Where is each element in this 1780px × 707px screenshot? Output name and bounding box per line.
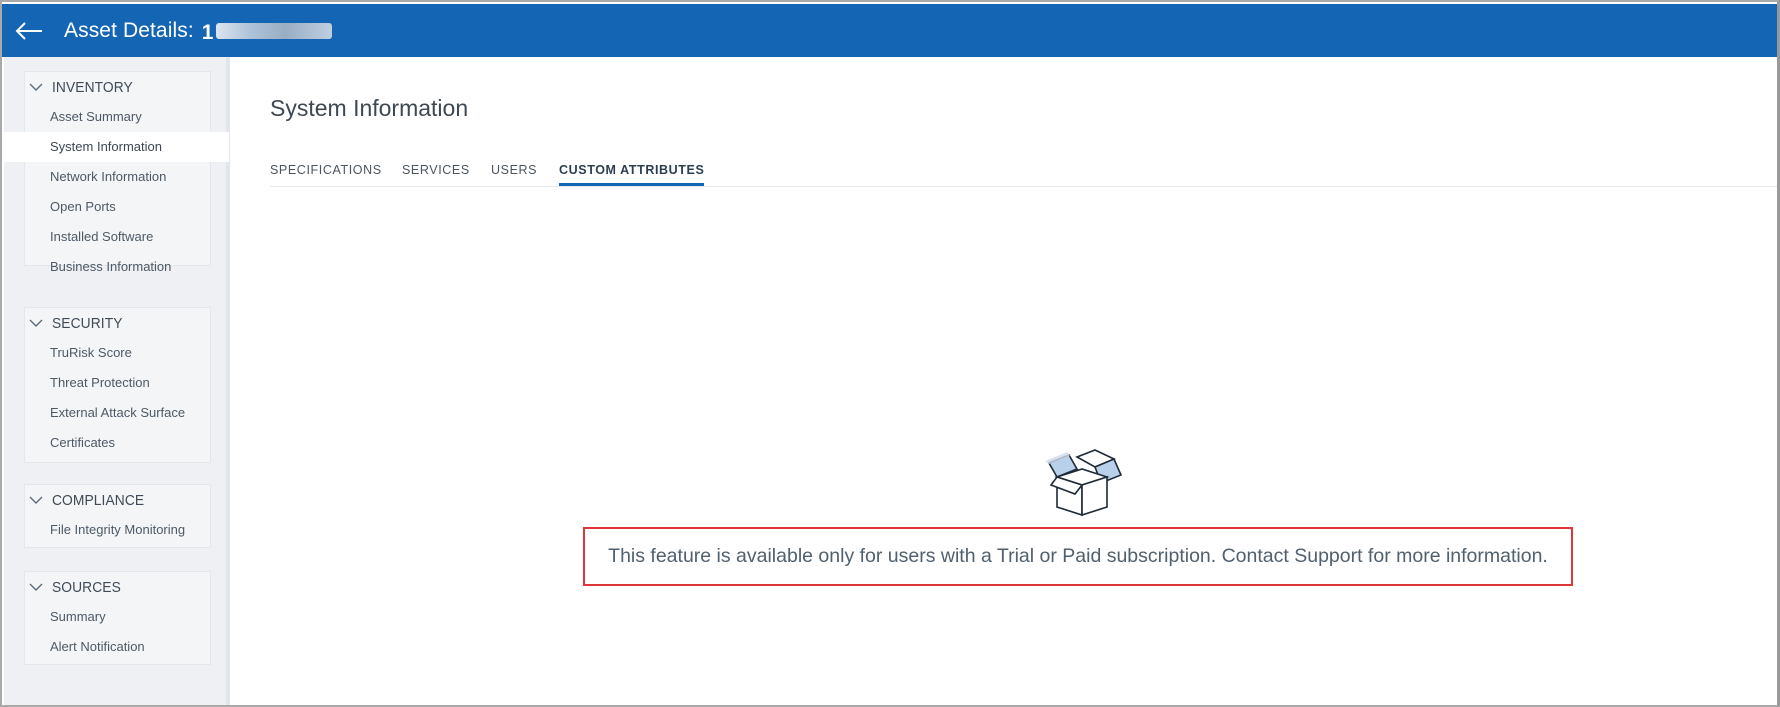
- subscription-notice-text: This feature is available only for users…: [608, 545, 1548, 567]
- sidebar-item-threat-protection[interactable]: Threat Protection: [25, 368, 210, 398]
- sidebar-item-external-attack-surface[interactable]: External Attack Surface: [25, 398, 210, 428]
- chevron-down-icon: [29, 496, 43, 504]
- group-title: INVENTORY: [52, 78, 133, 96]
- chevron-down-icon: [29, 583, 43, 591]
- sidebar-item-open-ports[interactable]: Open Ports: [25, 192, 210, 222]
- sidebar-group-sources: SOURCES Summary Alert Notification: [24, 571, 211, 665]
- group-header-compliance[interactable]: COMPLIANCE: [25, 485, 210, 515]
- group-title: SOURCES: [52, 578, 121, 596]
- sidebar-item-trurisk-score[interactable]: TruRisk Score: [25, 338, 210, 368]
- sidebar-group-security: SECURITY TruRisk Score Threat Protection…: [24, 307, 211, 463]
- group-header-security[interactable]: SECURITY: [25, 308, 210, 338]
- header-bar: Asset Details: 1: [2, 4, 1777, 57]
- tab-specifications[interactable]: SPECIFICATIONS: [270, 163, 382, 183]
- asset-id-text: 1: [201, 20, 214, 44]
- chevron-down-icon: [29, 83, 43, 91]
- tab-services[interactable]: SERVICES: [402, 163, 470, 183]
- group-header-sources[interactable]: SOURCES: [25, 572, 210, 602]
- sidebar-item-summary[interactable]: Summary: [25, 602, 210, 632]
- sidebar-item-network-information[interactable]: Network Information: [25, 162, 210, 192]
- main-content: System Information SPECIFICATIONS SERVIC…: [232, 57, 1777, 705]
- sidebar-item-file-integrity-monitoring[interactable]: File Integrity Monitoring: [25, 515, 210, 545]
- open-box-icon: [1045, 449, 1123, 517]
- sidebar-item-alert-notification[interactable]: Alert Notification: [25, 632, 210, 662]
- sidebar: INVENTORY Asset Summary System Informati…: [4, 57, 230, 705]
- group-title: COMPLIANCE: [52, 491, 145, 509]
- sidebar-item-installed-software[interactable]: Installed Software: [25, 222, 210, 252]
- page-header-title: Asset Details:: [64, 18, 194, 42]
- group-header-inventory[interactable]: INVENTORY: [25, 72, 210, 102]
- tab-custom-attributes[interactable]: CUSTOM ATTRIBUTES: [559, 163, 705, 186]
- sidebar-group-inventory: INVENTORY Asset Summary System Informati…: [4, 71, 229, 274]
- page-title: System Information: [270, 95, 469, 121]
- asset-id-redacted: 1: [202, 21, 332, 44]
- sidebar-item-business-information[interactable]: Business Information: [25, 252, 210, 282]
- sidebar-group-compliance: COMPLIANCE File Integrity Monitoring: [24, 484, 211, 548]
- tab-bar: SPECIFICATIONS SERVICES USERS CUSTOM ATT…: [270, 157, 1777, 187]
- back-arrow-icon[interactable]: [14, 19, 48, 43]
- sidebar-item-system-information[interactable]: System Information: [4, 132, 229, 162]
- app-window: Asset Details: 1 INVENTORY Asset Summary…: [0, 0, 1780, 707]
- tab-users[interactable]: USERS: [491, 163, 537, 183]
- sidebar-item-certificates[interactable]: Certificates: [25, 428, 210, 458]
- group-title: SECURITY: [52, 314, 123, 332]
- subscription-notice: This feature is available only for users…: [583, 527, 1573, 586]
- sidebar-item-asset-summary[interactable]: Asset Summary: [25, 102, 210, 132]
- chevron-down-icon: [29, 319, 43, 327]
